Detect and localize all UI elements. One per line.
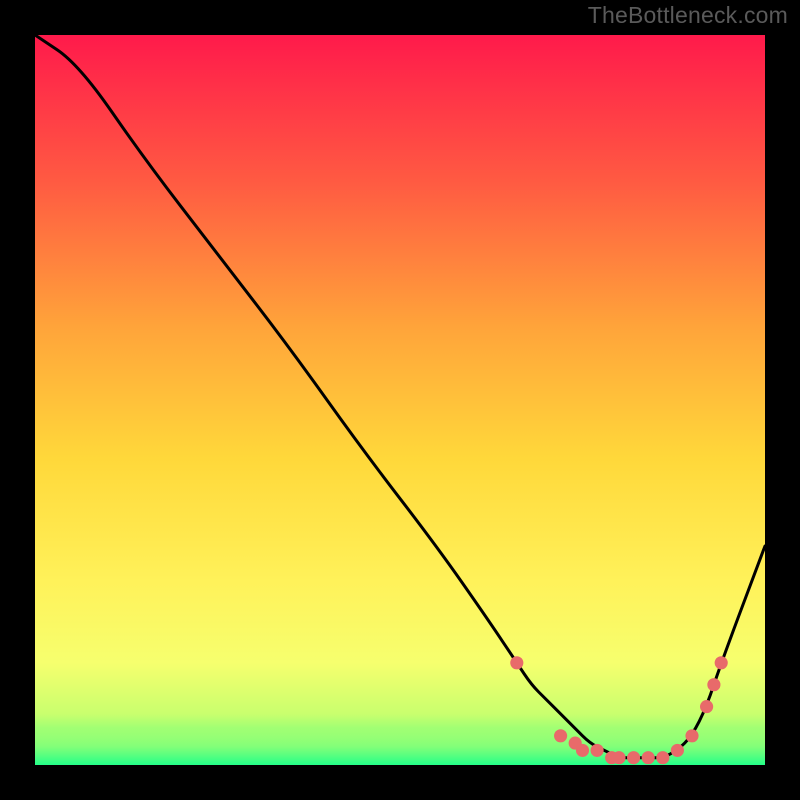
- valley-dot: [554, 729, 567, 742]
- valley-dot: [612, 751, 625, 764]
- valley-dot: [510, 656, 523, 669]
- valley-dot: [707, 678, 720, 691]
- valley-dot: [700, 700, 713, 713]
- valley-dot: [576, 744, 589, 757]
- attribution-text: TheBottleneck.com: [588, 2, 788, 29]
- valley-dot: [671, 744, 684, 757]
- valley-dot: [642, 751, 655, 764]
- curve-path: [35, 35, 765, 758]
- valley-dot: [715, 656, 728, 669]
- valley-dot: [685, 729, 698, 742]
- canvas: TheBottleneck.com: [0, 0, 800, 800]
- bottleneck-curve: [35, 35, 765, 765]
- valley-dot: [627, 751, 640, 764]
- valley-dot: [591, 744, 604, 757]
- plot-area: [35, 35, 765, 765]
- valley-dot: [656, 751, 669, 764]
